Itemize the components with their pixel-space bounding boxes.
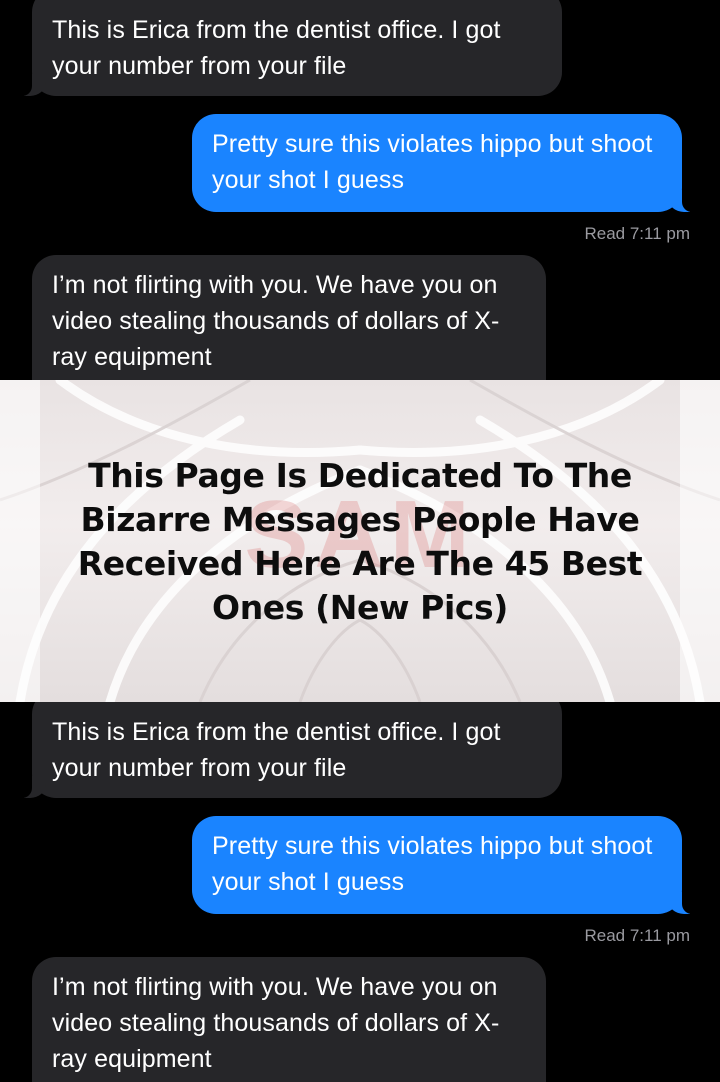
message-text: This is Erica from the dentist office. I… — [52, 718, 501, 782]
outgoing-message-bubble[interactable]: Pretty sure this violates hippo but shoo… — [192, 114, 694, 212]
message-text: This is Erica from the dentist office. I… — [52, 16, 501, 80]
message-thread-top: This is Erica from the dentist office. I… — [0, 0, 720, 380]
headline-banner: SAM This Page Is Dedicated To The Bizarr… — [0, 380, 720, 702]
message-text: Pretty sure this violates hippo but shoo… — [212, 832, 653, 896]
page-headline: This Page Is Dedicated To The Bizarre Me… — [77, 456, 643, 627]
incoming-message-bubble[interactable]: I’m not flirting with you. We have you o… — [32, 255, 546, 380]
incoming-message-bubble[interactable]: This is Erica from the dentist office. I… — [20, 702, 562, 798]
message-text: I’m not flirting with you. We have you o… — [52, 973, 500, 1073]
message-thread-bottom: This is Erica from the dentist office. I… — [0, 702, 720, 1082]
outgoing-message-bubble[interactable]: Pretty sure this violates hippo but shoo… — [192, 816, 694, 914]
read-receipt: Read 7:11 pm — [584, 926, 690, 945]
message-text: I’m not flirting with you. We have you o… — [52, 271, 500, 371]
incoming-message-bubble[interactable]: This is Erica from the dentist office. I… — [20, 0, 562, 96]
incoming-message-bubble[interactable]: I’m not flirting with you. We have you o… — [32, 957, 546, 1082]
read-receipt: Read 7:11 pm — [584, 224, 690, 243]
message-text: Pretty sure this violates hippo but shoo… — [212, 130, 653, 194]
